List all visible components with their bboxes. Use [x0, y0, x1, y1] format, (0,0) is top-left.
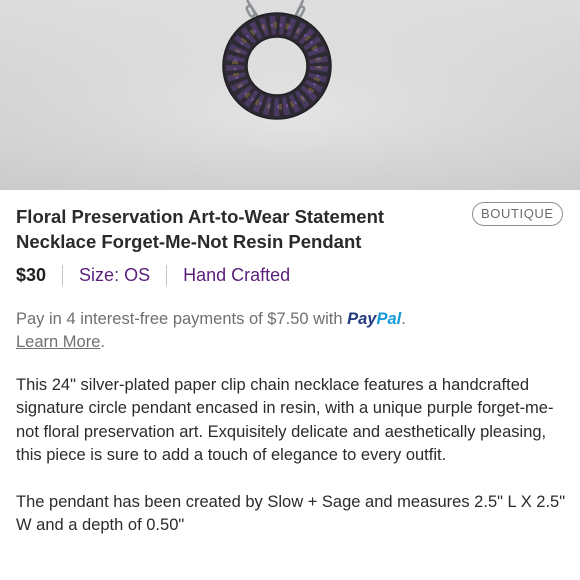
description-paragraph: This 24" silver-plated paper clip chain … — [16, 376, 554, 465]
description-paragraph: The pendant has been created by Slow + S… — [16, 492, 566, 535]
listing-price: $30 — [16, 264, 47, 285]
listing-brand-link[interactable]: Hand Crafted — [183, 265, 290, 286]
listing-title: Floral Preservation Art-to-Wear Statemen… — [16, 206, 385, 252]
product-photo[interactable] — [0, 0, 580, 190]
boutique-badge: BOUTIQUE — [472, 202, 563, 226]
listing-meta: $30 Size: OS Hand Crafted — [16, 263, 290, 287]
learn-more-link[interactable]: Learn More — [16, 333, 100, 351]
paypal-logo: PayPal — [347, 310, 402, 328]
divider — [62, 264, 64, 286]
divider — [166, 264, 168, 286]
listing-size[interactable]: Size: OS — [79, 265, 150, 286]
listing-description: This 24" silver-plated paper clip chain … — [16, 374, 572, 537]
installments-text: Pay in 4 interest-free payments of $7.50… — [16, 310, 343, 328]
paypal-installments: Pay in 4 interest-free payments of $7.50… — [16, 310, 406, 351]
necklace-pendant-image — [0, 0, 580, 190]
